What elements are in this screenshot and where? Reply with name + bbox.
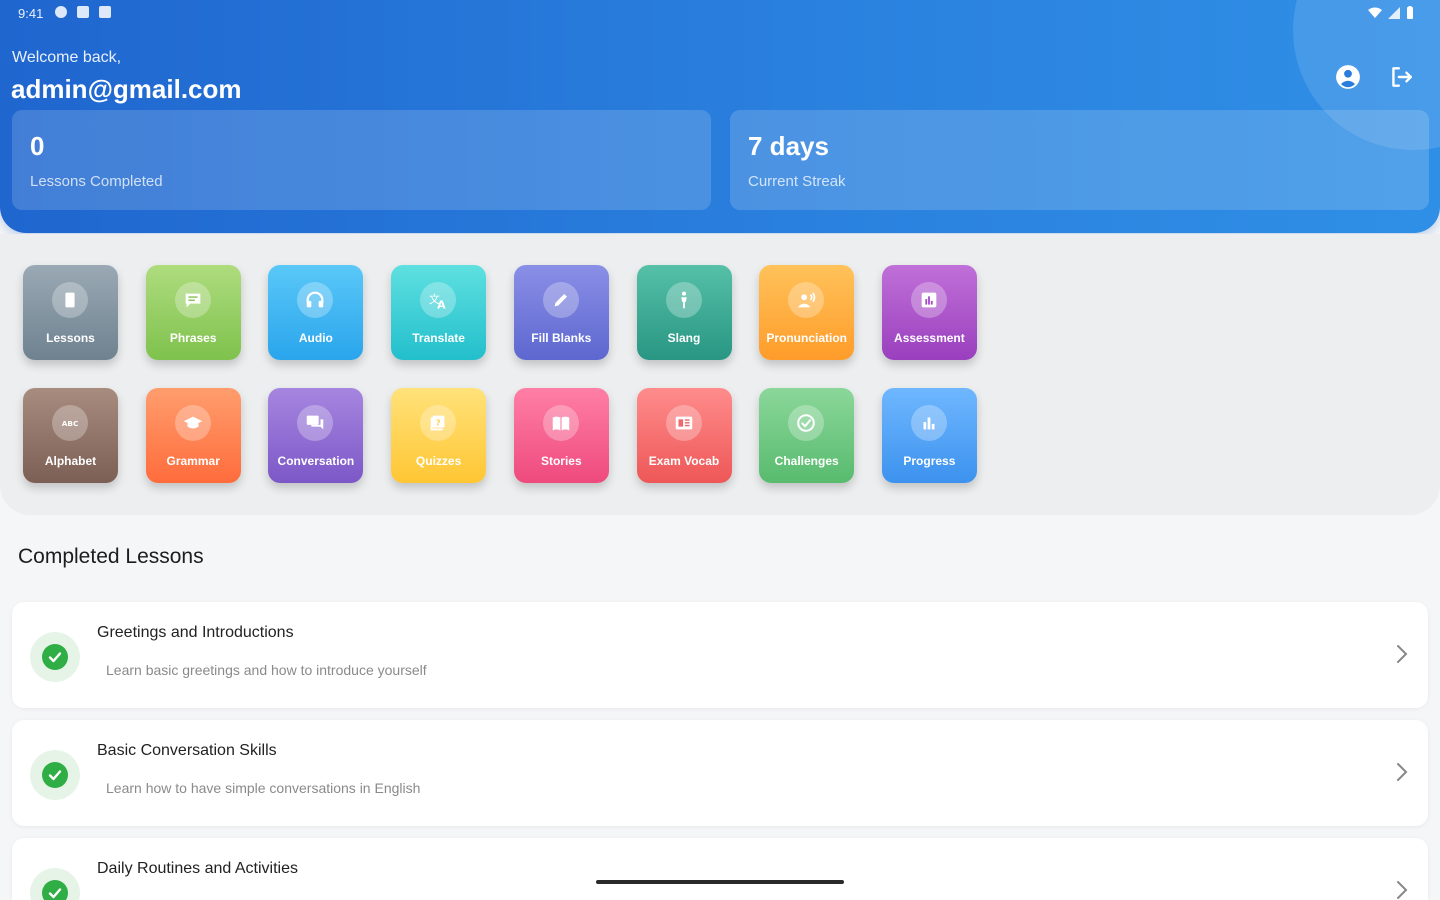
feature-grid: Lessons Phrases Audio 文 A Translate Fill Blank… <box>0 234 1440 515</box>
logout-icon <box>1392 67 1412 87</box>
newspaper-icon <box>665 405 702 441</box>
feature-tile-label: Quizzes <box>415 454 462 468</box>
user-email: admin@gmail.com <box>11 74 242 104</box>
feature-tile-label: Alphabet <box>44 454 97 468</box>
feature-tile-lessons[interactable]: Lessons <box>23 265 118 360</box>
feature-tile-label: Audio <box>298 331 333 345</box>
stat-card-lessons-completed: 0 Lessons Completed <box>12 110 711 210</box>
lesson-description: Learn basic greetings and how to introdu… <box>106 662 427 678</box>
feature-tile-label: Translate <box>412 331 465 345</box>
feature-tile-label: Conversation <box>277 454 355 468</box>
status-system-icons <box>1368 6 1414 19</box>
chevron-right-icon <box>1397 881 1408 899</box>
feature-tile-translate[interactable]: 文 A Translate <box>391 265 487 360</box>
feature-tile-label: Grammar <box>166 454 220 468</box>
lesson-card[interactable]: Basic Conversation Skills Learn how to h… <box>12 720 1428 826</box>
feature-tile-grammar[interactable]: Grammar <box>145 388 241 483</box>
speaker-person-icon <box>788 282 825 318</box>
lesson-title: Greetings and Introductions <box>97 624 294 641</box>
feature-tile-slang[interactable]: Slang <box>636 265 732 360</box>
lesson-title: Daily Routines and Activities <box>97 860 298 877</box>
quiz-icon: ? <box>420 405 457 441</box>
svg-text:?: ? <box>436 417 441 427</box>
check-icon <box>48 888 62 899</box>
feature-tile-label: Fill Blanks <box>531 331 592 345</box>
stat-value: 7 days <box>748 131 829 161</box>
feature-tile-label: Phrases <box>169 331 217 345</box>
completed-lessons-title: Completed Lessons <box>18 545 204 568</box>
lesson-description: Learn how to have simple conversations i… <box>106 780 421 796</box>
translate-icon: 文A <box>420 282 457 318</box>
lesson-card[interactable]: Daily Routines and Activities <box>12 838 1428 900</box>
check-icon <box>48 770 62 781</box>
square-icon <box>99 6 111 18</box>
graduation-cap-icon <box>174 405 211 441</box>
check-icon <box>48 652 62 663</box>
feature-tile-alphabet[interactable]: ABC Alphabet <box>23 388 118 483</box>
status-time: 9:41 <box>18 6 44 21</box>
battery-icon <box>1407 6 1413 19</box>
account-circle-icon <box>1336 65 1360 89</box>
feature-tile-stories[interactable]: Stories <box>513 388 609 483</box>
feature-tile-fill-blanks[interactable]: Fill Blanks <box>513 265 609 360</box>
feature-tile-quizzes[interactable]: ? Quizzes <box>391 388 487 483</box>
feature-tile-audio[interactable]: Audio <box>268 265 364 360</box>
feature-tile-label: Challenges <box>774 454 839 468</box>
status-bar: 9:41 <box>0 0 1440 28</box>
feature-tile-challenges[interactable]: Challenges <box>759 388 855 483</box>
feature-tile-conversation[interactable]: Conversation <box>268 388 364 483</box>
header: 9:41 Welcome back, admin@gmail.com 0 Les… <box>0 0 1440 233</box>
abc-icon: ABC <box>52 405 88 441</box>
home-indicator[interactable] <box>596 880 844 884</box>
feature-tile-pronunciation[interactable]: Pronunciation <box>759 265 855 360</box>
welcome-text: Welcome back, <box>12 49 122 66</box>
feature-tile-label: Stories <box>540 454 582 468</box>
feature-tile-label: Lessons <box>46 331 95 345</box>
profile-button[interactable] <box>1333 62 1363 92</box>
feature-tile-assessment[interactable]: Assessment <box>881 265 977 360</box>
stat-label: Current Streak <box>748 173 846 190</box>
signal-icon <box>1388 6 1400 19</box>
forum-icon <box>297 405 334 441</box>
shield-icon <box>55 6 67 18</box>
book-icon <box>52 282 88 318</box>
feature-tile-exam-vocab[interactable]: Exam Vocab <box>636 388 732 483</box>
lesson-title: Basic Conversation Skills <box>97 742 277 759</box>
pencil-icon <box>542 282 579 318</box>
person-icon <box>665 282 702 318</box>
feature-tile-phrases[interactable]: Phrases <box>145 265 241 360</box>
headphones-icon <box>297 282 334 318</box>
logout-button[interactable] <box>1386 62 1416 92</box>
completed-badge <box>30 750 80 800</box>
svg-text:A: A <box>437 298 446 311</box>
wifi-icon <box>1368 7 1382 18</box>
feature-tile-label: Progress <box>903 454 956 468</box>
feature-tile-label: Exam Vocab <box>648 454 720 468</box>
sim-icon <box>77 6 89 18</box>
open-book-icon <box>542 405 579 441</box>
chevron-right-icon <box>1397 763 1408 781</box>
assessment-icon <box>910 282 947 318</box>
feature-tile-label: Assessment <box>894 331 965 345</box>
completed-badge <box>30 868 80 900</box>
stat-value: 0 <box>30 131 45 161</box>
completed-badge <box>30 632 80 682</box>
feature-tile-label: Pronunciation <box>766 331 848 345</box>
check-circle-icon <box>788 405 825 441</box>
chevron-right-icon <box>1397 645 1408 663</box>
stat-card-current-streak: 7 days Current Streak <box>730 110 1429 210</box>
stat-label: Lessons Completed <box>30 173 163 190</box>
svg-text:ABC: ABC <box>62 419 79 428</box>
lesson-card[interactable]: Greetings and Introductions Learn basic … <box>12 602 1428 708</box>
bar-chart-icon <box>910 405 947 441</box>
feature-tile-label: Slang <box>667 331 701 345</box>
chat-icon <box>174 282 211 318</box>
feature-tile-progress[interactable]: Progress <box>881 388 977 483</box>
status-notification-icons <box>55 6 111 18</box>
